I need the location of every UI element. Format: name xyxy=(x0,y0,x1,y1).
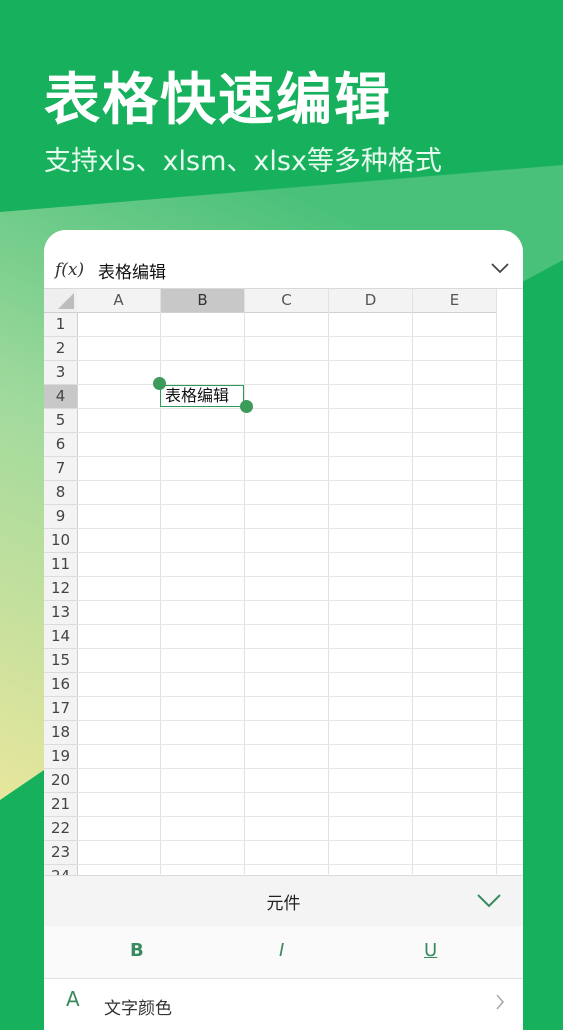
grid-row-line xyxy=(77,624,523,625)
row-header-1[interactable]: 1 xyxy=(44,313,78,337)
formula-bar: f(x) 表格编辑 xyxy=(44,230,523,289)
column-header-a[interactable]: A xyxy=(77,289,161,313)
hero-subtitle: 支持xls、xlsm、xlsx等多种格式 xyxy=(44,146,442,177)
row-header-5[interactable]: 5 xyxy=(44,409,78,433)
grid-row-line xyxy=(77,336,523,337)
text-color-row[interactable]: A 文字颜色 xyxy=(44,979,523,1030)
row-header-7[interactable]: 7 xyxy=(44,457,78,481)
row-header-2[interactable]: 2 xyxy=(44,337,78,361)
grid-row-line xyxy=(77,792,523,793)
grid-row-line xyxy=(77,504,523,505)
row-header-16[interactable]: 16 xyxy=(44,673,78,697)
grid-row-line xyxy=(77,696,523,697)
hero-title: 表格快速编辑 xyxy=(44,68,392,133)
grid-row-line xyxy=(77,816,523,817)
format-panel-title: 元件 xyxy=(266,894,301,914)
text-color-label: 文字颜色 xyxy=(104,999,172,1019)
row-header-21[interactable]: 21 xyxy=(44,793,78,817)
grid-row-line xyxy=(77,432,523,433)
selection-handle-end[interactable] xyxy=(240,400,253,413)
grid-column-line xyxy=(328,289,329,874)
grid-row-line xyxy=(77,864,523,865)
chevron-right-icon xyxy=(496,994,505,1010)
grid-row-line xyxy=(77,456,523,457)
grid-row-line xyxy=(77,360,523,361)
column-header-d[interactable]: D xyxy=(329,289,413,313)
format-panel-header: 元件 xyxy=(44,875,523,927)
bold-button[interactable]: B xyxy=(130,940,144,961)
row-header-20[interactable]: 20 xyxy=(44,769,78,793)
grid-row-line xyxy=(77,648,523,649)
row-header-23[interactable]: 23 xyxy=(44,841,78,865)
chevron-down-icon[interactable] xyxy=(490,262,510,274)
grid-row-line xyxy=(77,744,523,745)
grid-row-line xyxy=(77,576,523,577)
row-header-4[interactable]: 4 xyxy=(44,385,78,409)
row-header-19[interactable]: 19 xyxy=(44,745,78,769)
selected-cell-b4[interactable]: 表格编辑 xyxy=(160,385,244,407)
row-header-14[interactable]: 14 xyxy=(44,625,78,649)
grid-row-line xyxy=(77,600,523,601)
text-color-icon: A xyxy=(66,987,80,1011)
underline-button[interactable]: U xyxy=(424,940,437,961)
grid-row-line xyxy=(77,840,523,841)
function-icon[interactable]: f(x) xyxy=(55,260,84,280)
text-style-row: B I U xyxy=(44,926,523,979)
row-header-17[interactable]: 17 xyxy=(44,697,78,721)
row-header-12[interactable]: 12 xyxy=(44,577,78,601)
grid-row-line xyxy=(77,408,523,409)
grid-row-line xyxy=(77,768,523,769)
sheet-grid[interactable]: ABCDE 1 2 3 4 5 6 7 8 9 10 11 12 13 14 15 16 17 18 19 20 21 2… xyxy=(44,289,523,889)
column-header-c[interactable]: C xyxy=(245,289,329,313)
grid-row-line xyxy=(77,672,523,673)
grid-row-line xyxy=(77,384,523,385)
italic-button[interactable]: I xyxy=(279,940,284,961)
select-all-corner[interactable] xyxy=(44,289,78,313)
row-header-8[interactable]: 8 xyxy=(44,481,78,505)
row-header-13[interactable]: 13 xyxy=(44,601,78,625)
column-header-b[interactable]: B xyxy=(161,289,245,313)
grid-row-line xyxy=(77,552,523,553)
row-header-15[interactable]: 15 xyxy=(44,649,78,673)
row-header-10[interactable]: 10 xyxy=(44,529,78,553)
row-header-6[interactable]: 6 xyxy=(44,433,78,457)
spreadsheet-card: f(x) 表格编辑 ABCDE 1 2 3 4 5 6 7 8 9 10 11 12 13 14 15 16 1… xyxy=(44,230,523,1030)
row-header-18[interactable]: 18 xyxy=(44,721,78,745)
row-header-11[interactable]: 11 xyxy=(44,553,78,577)
grid-column-line xyxy=(244,289,245,874)
collapse-chevron-icon[interactable] xyxy=(476,893,502,909)
grid-row-line xyxy=(77,528,523,529)
grid-row-line xyxy=(77,480,523,481)
grid-column-line xyxy=(412,289,413,874)
selection-handle-start[interactable] xyxy=(153,377,166,390)
column-header-e[interactable]: E xyxy=(413,289,497,313)
formula-input[interactable]: 表格编辑 xyxy=(98,258,166,283)
row-header-22[interactable]: 22 xyxy=(44,817,78,841)
corner-triangle-icon xyxy=(58,293,74,309)
grid-column-line xyxy=(496,289,497,874)
row-header-9[interactable]: 9 xyxy=(44,505,78,529)
row-header-3[interactable]: 3 xyxy=(44,361,78,385)
grid-row-line xyxy=(77,720,523,721)
